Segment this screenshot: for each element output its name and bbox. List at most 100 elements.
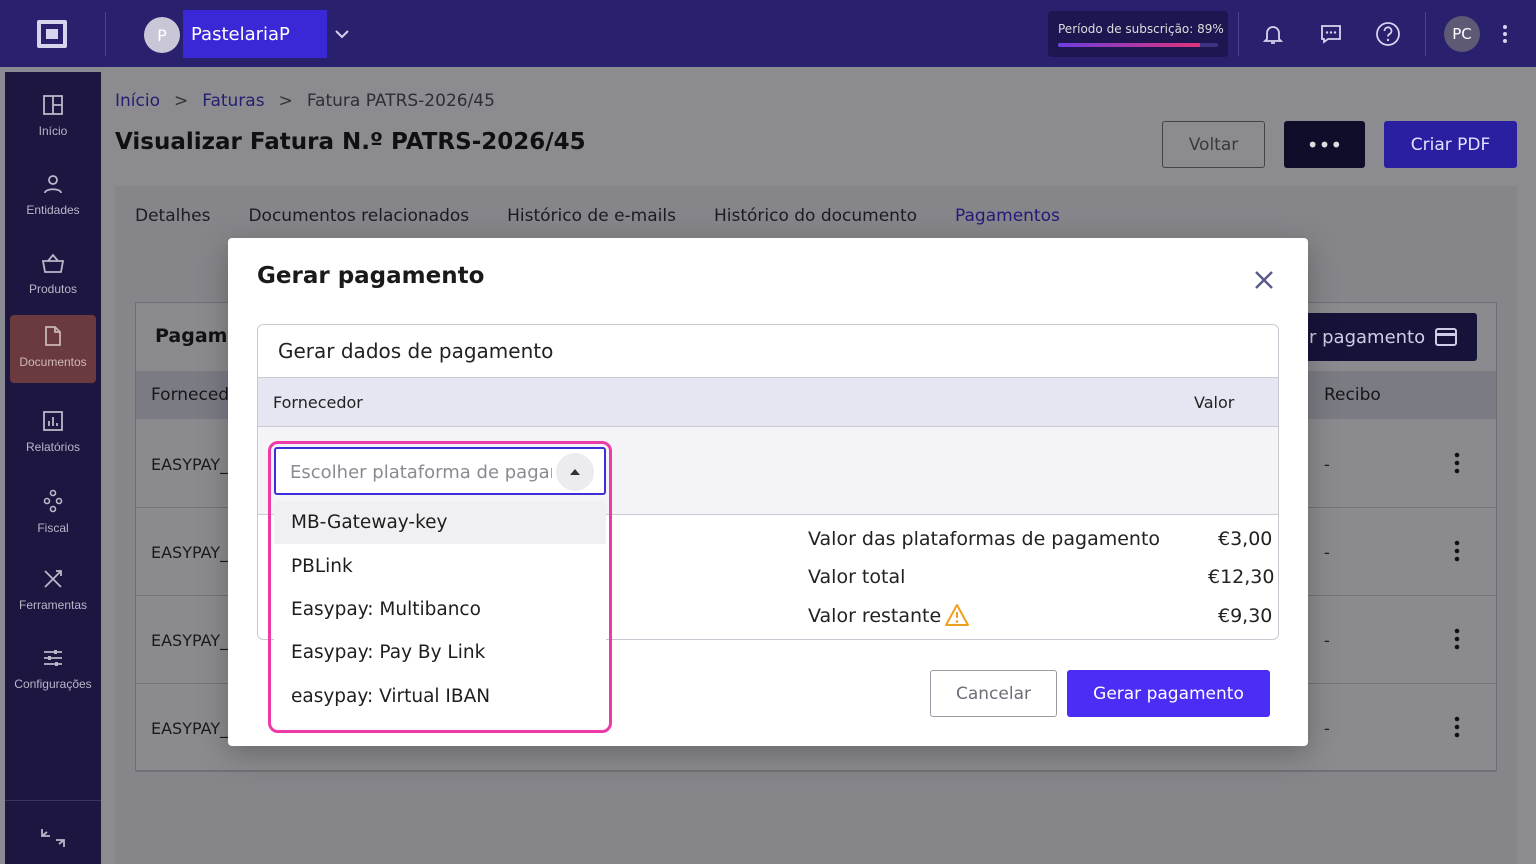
sidebar-item-produtos[interactable]: Produtos xyxy=(5,242,101,310)
tab-bar: Detalhes Documentos relacionados Históri… xyxy=(135,206,1060,226)
breadcrumb: Início > Faturas > Fatura PATRS-2026/45 xyxy=(115,91,495,111)
sidebar-item-inicio[interactable]: Início xyxy=(5,84,101,152)
tab-historico-emails[interactable]: Histórico de e-mails xyxy=(507,206,676,226)
app-logo-icon[interactable] xyxy=(34,18,70,50)
sidebar-item-label: Documentos xyxy=(19,355,87,369)
subscription-progress xyxy=(1058,43,1218,47)
tab-documentos-relacionados[interactable]: Documentos relacionados xyxy=(248,206,469,226)
page-title: Visualizar Fatura N.º PATRS-2026/45 xyxy=(115,129,586,155)
report-icon xyxy=(43,411,63,431)
sidebar-item-label: Fiscal xyxy=(37,521,69,535)
sidebar-item-label: Configurações xyxy=(14,677,92,691)
platform-select-placeholder: Escolher plataforma de pagamento xyxy=(290,462,552,483)
supplier-cell: EASYPAY_I xyxy=(151,455,233,474)
total-value: €12,30 xyxy=(1208,566,1275,588)
generate-payment-submit-button[interactable]: Gerar pagamento xyxy=(1067,670,1270,717)
row-menu-icon[interactable] xyxy=(1454,628,1460,650)
sidebar-item-fiscal[interactable]: Fiscal xyxy=(5,479,101,547)
column-header: Recibo xyxy=(1324,385,1381,405)
sidebar-divider xyxy=(5,800,101,801)
user-icon xyxy=(44,175,62,194)
row-menu-icon[interactable] xyxy=(1454,452,1460,474)
help-icon[interactable] xyxy=(1373,19,1403,49)
divider xyxy=(1238,12,1239,56)
dropdown-option[interactable]: PBLink xyxy=(274,544,606,587)
generate-payment-label: r pagamento xyxy=(1309,326,1426,348)
top-bar: P PastelariaP Período de subscrição: 89%… xyxy=(0,0,1536,67)
platforms-value-label: Valor das plataformas de pagamento xyxy=(808,528,1161,550)
sidebar-item-label: Início xyxy=(38,124,68,138)
breadcrumb-current: Fatura PATRS-2026/45 xyxy=(306,91,495,111)
basket-icon xyxy=(41,253,65,273)
dropdown-option[interactable]: easypay: Virtual IBAN xyxy=(274,675,606,718)
generate-payment-button[interactable]: r pagamento xyxy=(1301,313,1477,361)
sidebar-item-label: Entidades xyxy=(26,203,80,217)
modal-title: Gerar pagamento xyxy=(257,263,485,289)
sidebar-item-configuracoes[interactable]: Configurações xyxy=(5,637,101,705)
subscription-status[interactable]: Período de subscrição: 89% xyxy=(1048,11,1228,57)
column-header-value: Valor xyxy=(1194,393,1235,412)
company-switcher[interactable]: P PastelariaP xyxy=(138,10,358,58)
sidebar-item-relatorios[interactable]: Relatórios xyxy=(5,400,101,468)
credit-card-icon xyxy=(1435,328,1458,346)
receipt-cell: - xyxy=(1324,719,1330,738)
create-pdf-button[interactable]: Criar PDF xyxy=(1384,121,1517,168)
dropdown-option[interactable]: MB-Gateway-key xyxy=(274,501,606,545)
platform-select-highlight: Escolher plataforma de pagamento MB-Gate… xyxy=(268,441,612,733)
chevron-down-icon[interactable] xyxy=(332,24,352,44)
collapse-sidebar-icon[interactable] xyxy=(39,826,67,850)
user-avatar[interactable]: PC xyxy=(1444,16,1480,52)
breadcrumb-separator: > xyxy=(173,91,189,111)
tab-historico-documento[interactable]: Histórico do documento xyxy=(714,206,917,226)
sidebar-item-label: Relatórios xyxy=(25,440,81,454)
breadcrumb-home[interactable]: Início xyxy=(115,91,160,111)
total-value-label: Valor total xyxy=(808,566,906,588)
receipt-cell: - xyxy=(1324,543,1330,562)
dashboard-icon xyxy=(43,95,63,115)
supplier-cell: EASYPAY_I xyxy=(151,631,233,650)
subscription-text: Período de subscrição: 89% xyxy=(1058,22,1224,36)
sidebar: Início Entidades Produtos Documentos Rel… xyxy=(5,72,101,864)
platform-dropdown: MB-Gateway-key PBLink Easypay: Multibanc… xyxy=(274,501,606,727)
company-name[interactable]: PastelariaP xyxy=(183,10,327,58)
sidebar-item-label: Ferramentas xyxy=(18,598,88,612)
column-header-supplier: Fornecedor xyxy=(273,393,363,412)
sidebar-item-documentos[interactable]: Documentos xyxy=(10,315,96,383)
fiscal-icon xyxy=(43,489,63,513)
tab-detalhes[interactable]: Detalhes xyxy=(135,206,210,226)
supplier-cell: EASYPAY_I xyxy=(151,719,233,738)
chat-icon[interactable] xyxy=(1316,19,1346,49)
cancel-button[interactable]: Cancelar xyxy=(930,670,1057,717)
dropdown-option[interactable]: Easypay: Multibanco xyxy=(274,588,606,631)
breadcrumb-invoices[interactable]: Faturas xyxy=(202,91,264,111)
tools-icon xyxy=(44,570,62,588)
breadcrumb-separator: > xyxy=(278,91,293,111)
platforms-value: €3,00 xyxy=(1218,528,1273,550)
dropdown-option[interactable]: Easypay: Pay By Link xyxy=(274,631,606,674)
sliders-icon xyxy=(44,650,62,666)
back-button[interactable]: Voltar xyxy=(1162,121,1265,168)
tab-pagamentos[interactable]: Pagamentos xyxy=(955,206,1060,226)
sidebar-item-entidades[interactable]: Entidades xyxy=(5,163,101,231)
payment-table-header: Fornecedor Valor xyxy=(258,377,1278,427)
more-actions-button[interactable]: ••• xyxy=(1284,121,1365,168)
supplier-cell: EASYPAY_V xyxy=(151,543,240,562)
divider xyxy=(105,12,106,56)
remaining-value: €9,30 xyxy=(1218,605,1273,627)
kebab-menu-icon[interactable] xyxy=(1490,19,1520,49)
receipt-cell: - xyxy=(1324,455,1330,474)
company-avatar: P xyxy=(144,17,180,53)
sidebar-item-label: Produtos xyxy=(28,282,78,296)
platform-select[interactable]: Escolher plataforma de pagamento xyxy=(274,447,606,495)
bell-icon[interactable] xyxy=(1258,19,1288,49)
sidebar-item-ferramentas[interactable]: Ferramentas xyxy=(5,558,101,626)
remaining-value-label: Valor restante xyxy=(808,605,942,627)
row-menu-icon[interactable] xyxy=(1454,540,1460,562)
row-menu-icon[interactable] xyxy=(1454,716,1460,738)
close-icon[interactable] xyxy=(1253,269,1275,291)
divider xyxy=(1425,12,1426,56)
caret-up-icon[interactable] xyxy=(556,453,594,491)
warning-icon xyxy=(945,604,969,626)
section-title: Gerar dados de pagamento xyxy=(278,339,554,363)
document-icon xyxy=(45,326,61,346)
